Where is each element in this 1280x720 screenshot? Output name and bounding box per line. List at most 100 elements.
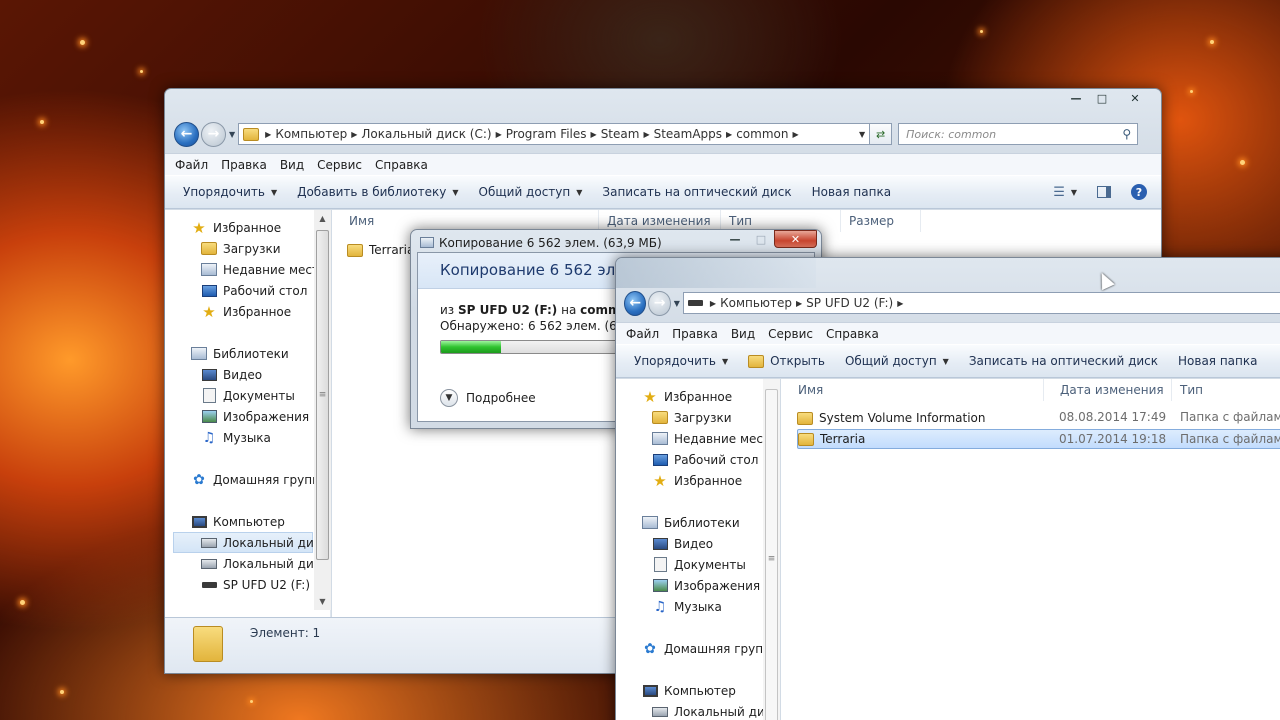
computer-icon <box>642 683 658 699</box>
breadcrumb-local-disk[interactable]: Локальный диск (C:) <box>361 127 491 141</box>
breadcrumb-steamapps[interactable]: SteamApps <box>654 127 722 141</box>
nav-favorites-2[interactable]: ★ Избранное <box>201 301 291 322</box>
nav-documents[interactable]: Документы <box>652 554 746 575</box>
forward-button[interactable]: → <box>648 290 671 316</box>
menu-edit[interactable]: Правка <box>672 327 718 341</box>
dialog-close-button[interactable]: ✕ <box>774 230 817 248</box>
navigation-row-usb: ← → ▼ ▶ Компьютер ▶ SP UFD U2 (F:) ▶ <box>616 288 1280 318</box>
open-button[interactable]: Открыть <box>738 353 835 369</box>
star-icon: ★ <box>643 387 657 406</box>
copy-source-link[interactable]: SP UFD U2 (F:) <box>458 303 557 317</box>
new-folder-button[interactable]: Новая папка <box>1168 354 1267 368</box>
organize-button[interactable]: Упорядочить ▼ <box>624 354 738 368</box>
nav-usb-drive[interactable]: SP UFD U2 (F:) <box>201 574 310 595</box>
nav-images[interactable]: Изображения <box>201 406 309 427</box>
nav-desktop[interactable]: Рабочий стол <box>201 280 307 301</box>
column-name[interactable]: Имя <box>790 379 1044 401</box>
file-row-system-volume-information[interactable]: System Volume Information 08.08.2014 17:… <box>797 408 1280 428</box>
breadcrumb-computer[interactable]: Компьютер <box>720 296 792 310</box>
column-size[interactable]: Размер <box>841 210 921 232</box>
menu-edit[interactable]: Правка <box>221 158 267 172</box>
breadcrumb-common[interactable]: common <box>736 127 788 141</box>
menu-file[interactable]: Файл <box>175 158 208 172</box>
breadcrumb-steam[interactable]: Steam <box>601 127 640 141</box>
search-input[interactable]: Поиск: common ⚲ <box>898 123 1139 145</box>
copy-dialog-icon <box>419 234 435 250</box>
menu-view[interactable]: Вид <box>280 158 304 172</box>
scroll-down-icon[interactable]: ▼ <box>314 593 331 610</box>
chevron-down-icon: ▼ <box>721 356 729 366</box>
add-to-library-button[interactable]: Добавить в библиотеку ▼ <box>287 185 468 199</box>
back-button[interactable]: ← <box>623 290 647 316</box>
nav-local-disk[interactable]: Локальный диск <box>652 701 779 720</box>
nav-favorites[interactable]: ★ Избранное <box>642 386 732 407</box>
forward-button[interactable]: → <box>201 121 226 147</box>
back-button[interactable]: ← <box>174 121 199 147</box>
scrollbar-thumb[interactable]: ≡ <box>765 389 778 720</box>
nav-local-disk-c[interactable]: Локальный диск <box>173 532 328 553</box>
navigation-row: ← → ▼ ▶ Компьютер ▶ Локальный диск (C:) ▶ … <box>165 119 1161 149</box>
close-button[interactable]: ✕ <box>1115 89 1155 107</box>
chevron-down-icon: ▼ <box>576 187 583 197</box>
nav-favorites[interactable]: ★ Избранное <box>191 217 281 238</box>
breadcrumb-usb-drive[interactable]: SP UFD U2 (F:) <box>806 296 893 310</box>
menu-help[interactable]: Справка <box>826 327 879 341</box>
navigation-scrollbar[interactable]: ▲ ≡ ▼ <box>314 210 331 610</box>
recent-pages-dropdown[interactable]: ▼ <box>674 299 680 308</box>
desktop-icon <box>201 283 217 299</box>
breadcrumb-program-files[interactable]: Program Files <box>506 127 587 141</box>
recent-pages-dropdown[interactable]: ▼ <box>229 130 235 139</box>
dialog-maximize-button[interactable]: □ <box>748 230 774 248</box>
nav-documents[interactable]: Документы <box>201 385 295 406</box>
nav-desktop[interactable]: Рабочий стол <box>652 449 758 470</box>
nav-libraries[interactable]: Библиотеки <box>191 343 289 364</box>
nav-images[interactable]: Изображения <box>652 575 760 596</box>
refresh-button[interactable]: ⇄ <box>870 123 893 145</box>
menu-tools[interactable]: Сервис <box>768 327 813 341</box>
view-options-button[interactable]: ☰ ▼ <box>1043 185 1087 200</box>
nav-local-disk-d[interactable]: Локальный диск <box>201 553 328 574</box>
preview-pane-button[interactable] <box>1087 186 1121 198</box>
menu-bar: Файл Правка Вид Сервис Справка <box>165 153 1161 175</box>
more-details-button[interactable]: ▼ Подробнее <box>440 389 536 407</box>
maximize-button[interactable]: □ <box>1089 89 1115 107</box>
help-button[interactable]: ? <box>1121 184 1161 200</box>
file-row-terraria[interactable]: Terraria 01.07.2014 19:18 Папка с файлам… <box>797 429 1280 449</box>
share-button[interactable]: Общий доступ ▼ <box>469 185 593 199</box>
address-bar[interactable]: ▶ Компьютер ▶ SP UFD U2 (F:) ▶ <box>682 292 1280 314</box>
nav-recent-places[interactable]: Недавние места <box>652 428 777 449</box>
address-bar[interactable]: ▶ Компьютер ▶ Локальный диск (C:) ▶ Progra… <box>238 123 871 145</box>
nav-music[interactable]: ♫ Музыка <box>652 596 722 617</box>
menu-help[interactable]: Справка <box>375 158 428 172</box>
nav-music[interactable]: ♫ Музыка <box>201 427 271 448</box>
burn-button[interactable]: Записать на оптический диск <box>592 185 801 199</box>
nav-favorites-2[interactable]: ★ Избранное <box>652 470 742 491</box>
new-folder-button[interactable]: Новая папка <box>802 185 901 199</box>
nav-downloads[interactable]: Загрузки <box>201 238 281 259</box>
organize-button[interactable]: Упорядочить ▼ <box>173 185 287 199</box>
menu-file[interactable]: Файл <box>626 327 659 341</box>
scrollbar-thumb[interactable]: ≡ <box>316 230 329 560</box>
forward-arrow-icon: → <box>653 295 666 311</box>
share-button[interactable]: Общий доступ ▼ <box>835 354 959 368</box>
nav-video[interactable]: Видео <box>201 364 262 385</box>
nav-computer[interactable]: Компьютер <box>191 511 285 532</box>
minimize-button[interactable]: — <box>1063 89 1089 107</box>
navigation-scrollbar[interactable]: ≡ <box>763 379 780 720</box>
nav-homegroup[interactable]: ✿ Домашняя группа <box>642 638 778 659</box>
column-date-modified[interactable]: Дата изменения <box>1052 379 1172 401</box>
nav-recent-places[interactable]: Недавние места <box>201 259 326 280</box>
nav-downloads[interactable]: Загрузки <box>652 407 732 428</box>
address-history-dropdown[interactable]: ▼ <box>859 130 865 139</box>
scroll-up-icon[interactable]: ▲ <box>314 210 331 227</box>
burn-button[interactable]: Записать на оптический диск <box>959 354 1168 368</box>
menu-view[interactable]: Вид <box>731 327 755 341</box>
nav-libraries[interactable]: Библиотеки <box>642 512 740 533</box>
nav-homegroup[interactable]: ✿ Домашняя группа <box>191 469 327 490</box>
menu-tools[interactable]: Сервис <box>317 158 362 172</box>
nav-video[interactable]: Видео <box>652 533 713 554</box>
nav-computer[interactable]: Компьютер <box>642 680 736 701</box>
dialog-minimize-button[interactable]: — <box>722 230 748 248</box>
breadcrumb-computer[interactable]: Компьютер <box>275 127 347 141</box>
column-type[interactable]: Тип <box>1172 379 1280 401</box>
